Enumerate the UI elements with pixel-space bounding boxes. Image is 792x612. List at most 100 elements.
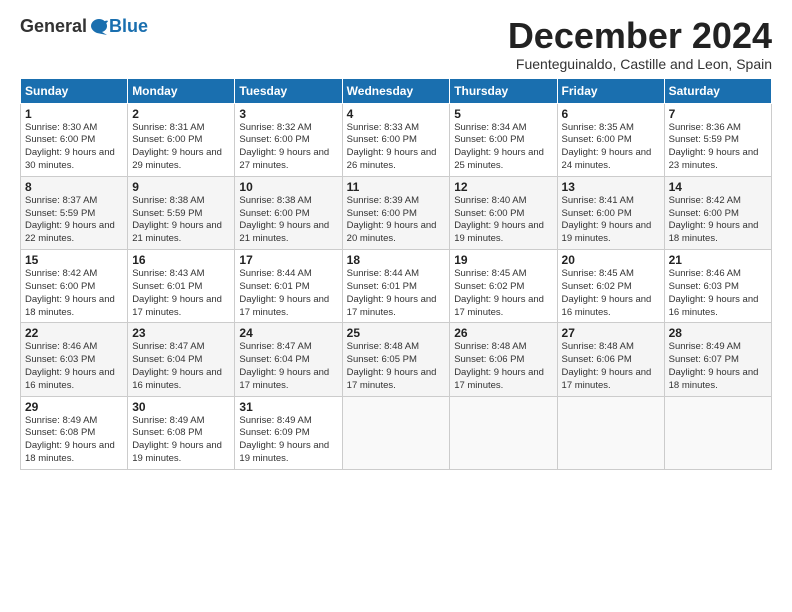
calendar-cell: 21Sunrise: 8:46 AM Sunset: 6:03 PM Dayli… (664, 250, 771, 323)
day-number: 16 (132, 253, 230, 267)
day-number: 21 (669, 253, 767, 267)
col-header-friday: Friday (557, 78, 664, 103)
day-info: Sunrise: 8:36 AM Sunset: 5:59 PM Dayligh… (669, 122, 767, 173)
day-number: 26 (454, 326, 552, 340)
title-section: December 2024 Fuenteguinaldo, Castille a… (508, 16, 772, 72)
day-info: Sunrise: 8:32 AM Sunset: 6:00 PM Dayligh… (239, 122, 337, 173)
calendar-cell: 13Sunrise: 8:41 AM Sunset: 6:00 PM Dayli… (557, 176, 664, 249)
calendar-cell: 28Sunrise: 8:49 AM Sunset: 6:07 PM Dayli… (664, 323, 771, 396)
calendar-cell: 10Sunrise: 8:38 AM Sunset: 6:00 PM Dayli… (235, 176, 342, 249)
day-info: Sunrise: 8:49 AM Sunset: 6:09 PM Dayligh… (239, 415, 337, 466)
calendar-row-3: 22Sunrise: 8:46 AM Sunset: 6:03 PM Dayli… (21, 323, 772, 396)
day-number: 22 (25, 326, 123, 340)
calendar-cell: 7Sunrise: 8:36 AM Sunset: 5:59 PM Daylig… (664, 103, 771, 176)
calendar-row-0: 1Sunrise: 8:30 AM Sunset: 6:00 PM Daylig… (21, 103, 772, 176)
day-number: 29 (25, 400, 123, 414)
day-number: 6 (562, 107, 660, 121)
col-header-sunday: Sunday (21, 78, 128, 103)
day-number: 27 (562, 326, 660, 340)
day-info: Sunrise: 8:43 AM Sunset: 6:01 PM Dayligh… (132, 268, 230, 319)
calendar-cell: 27Sunrise: 8:48 AM Sunset: 6:06 PM Dayli… (557, 323, 664, 396)
day-info: Sunrise: 8:34 AM Sunset: 6:00 PM Dayligh… (454, 122, 552, 173)
day-info: Sunrise: 8:46 AM Sunset: 6:03 PM Dayligh… (25, 341, 123, 392)
calendar-cell: 4Sunrise: 8:33 AM Sunset: 6:00 PM Daylig… (342, 103, 450, 176)
calendar-cell (342, 396, 450, 469)
calendar-cell (557, 396, 664, 469)
calendar-table: SundayMondayTuesdayWednesdayThursdayFrid… (20, 78, 772, 470)
day-number: 25 (347, 326, 446, 340)
day-info: Sunrise: 8:39 AM Sunset: 6:00 PM Dayligh… (347, 195, 446, 246)
logo-blue: Blue (109, 16, 148, 37)
calendar-cell: 24Sunrise: 8:47 AM Sunset: 6:04 PM Dayli… (235, 323, 342, 396)
day-number: 15 (25, 253, 123, 267)
day-info: Sunrise: 8:46 AM Sunset: 6:03 PM Dayligh… (669, 268, 767, 319)
day-info: Sunrise: 8:40 AM Sunset: 6:00 PM Dayligh… (454, 195, 552, 246)
day-number: 18 (347, 253, 446, 267)
day-number: 2 (132, 107, 230, 121)
calendar-row-1: 8Sunrise: 8:37 AM Sunset: 5:59 PM Daylig… (21, 176, 772, 249)
day-number: 19 (454, 253, 552, 267)
day-info: Sunrise: 8:48 AM Sunset: 6:06 PM Dayligh… (454, 341, 552, 392)
day-number: 11 (347, 180, 446, 194)
calendar-cell (450, 396, 557, 469)
calendar-cell: 26Sunrise: 8:48 AM Sunset: 6:06 PM Dayli… (450, 323, 557, 396)
calendar-cell: 16Sunrise: 8:43 AM Sunset: 6:01 PM Dayli… (128, 250, 235, 323)
calendar-cell: 25Sunrise: 8:48 AM Sunset: 6:05 PM Dayli… (342, 323, 450, 396)
day-number: 1 (25, 107, 123, 121)
day-number: 7 (669, 107, 767, 121)
day-info: Sunrise: 8:47 AM Sunset: 6:04 PM Dayligh… (132, 341, 230, 392)
header: General Blue December 2024 Fuenteguinald… (20, 16, 772, 72)
calendar-cell: 14Sunrise: 8:42 AM Sunset: 6:00 PM Dayli… (664, 176, 771, 249)
calendar-cell: 30Sunrise: 8:49 AM Sunset: 6:08 PM Dayli… (128, 396, 235, 469)
col-header-tuesday: Tuesday (235, 78, 342, 103)
day-info: Sunrise: 8:48 AM Sunset: 6:05 PM Dayligh… (347, 341, 446, 392)
calendar-cell (664, 396, 771, 469)
calendar-row-4: 29Sunrise: 8:49 AM Sunset: 6:08 PM Dayli… (21, 396, 772, 469)
day-number: 8 (25, 180, 123, 194)
day-number: 14 (669, 180, 767, 194)
col-header-monday: Monday (128, 78, 235, 103)
logo: General Blue (20, 16, 148, 37)
day-info: Sunrise: 8:42 AM Sunset: 6:00 PM Dayligh… (669, 195, 767, 246)
day-info: Sunrise: 8:33 AM Sunset: 6:00 PM Dayligh… (347, 122, 446, 173)
calendar-cell: 2Sunrise: 8:31 AM Sunset: 6:00 PM Daylig… (128, 103, 235, 176)
calendar-cell: 12Sunrise: 8:40 AM Sunset: 6:00 PM Dayli… (450, 176, 557, 249)
calendar-cell: 18Sunrise: 8:44 AM Sunset: 6:01 PM Dayli… (342, 250, 450, 323)
day-info: Sunrise: 8:48 AM Sunset: 6:06 PM Dayligh… (562, 341, 660, 392)
day-info: Sunrise: 8:31 AM Sunset: 6:00 PM Dayligh… (132, 122, 230, 173)
col-header-wednesday: Wednesday (342, 78, 450, 103)
day-info: Sunrise: 8:49 AM Sunset: 6:07 PM Dayligh… (669, 341, 767, 392)
calendar-cell: 29Sunrise: 8:49 AM Sunset: 6:08 PM Dayli… (21, 396, 128, 469)
day-number: 10 (239, 180, 337, 194)
calendar-cell: 5Sunrise: 8:34 AM Sunset: 6:00 PM Daylig… (450, 103, 557, 176)
day-number: 5 (454, 107, 552, 121)
day-number: 20 (562, 253, 660, 267)
calendar-cell: 8Sunrise: 8:37 AM Sunset: 5:59 PM Daylig… (21, 176, 128, 249)
day-number: 23 (132, 326, 230, 340)
calendar-cell: 3Sunrise: 8:32 AM Sunset: 6:00 PM Daylig… (235, 103, 342, 176)
header-row: SundayMondayTuesdayWednesdayThursdayFrid… (21, 78, 772, 103)
calendar-cell: 17Sunrise: 8:44 AM Sunset: 6:01 PM Dayli… (235, 250, 342, 323)
calendar-cell: 31Sunrise: 8:49 AM Sunset: 6:09 PM Dayli… (235, 396, 342, 469)
calendar-cell: 22Sunrise: 8:46 AM Sunset: 6:03 PM Dayli… (21, 323, 128, 396)
day-number: 12 (454, 180, 552, 194)
day-info: Sunrise: 8:49 AM Sunset: 6:08 PM Dayligh… (132, 415, 230, 466)
day-info: Sunrise: 8:49 AM Sunset: 6:08 PM Dayligh… (25, 415, 123, 466)
month-title: December 2024 (508, 16, 772, 56)
day-info: Sunrise: 8:44 AM Sunset: 6:01 PM Dayligh… (347, 268, 446, 319)
day-info: Sunrise: 8:30 AM Sunset: 6:00 PM Dayligh… (25, 122, 123, 173)
calendar-cell: 11Sunrise: 8:39 AM Sunset: 6:00 PM Dayli… (342, 176, 450, 249)
day-number: 17 (239, 253, 337, 267)
logo-text: General Blue (20, 16, 148, 37)
calendar-cell: 9Sunrise: 8:38 AM Sunset: 5:59 PM Daylig… (128, 176, 235, 249)
day-number: 9 (132, 180, 230, 194)
col-header-saturday: Saturday (664, 78, 771, 103)
day-info: Sunrise: 8:47 AM Sunset: 6:04 PM Dayligh… (239, 341, 337, 392)
calendar-cell: 19Sunrise: 8:45 AM Sunset: 6:02 PM Dayli… (450, 250, 557, 323)
calendar-cell: 23Sunrise: 8:47 AM Sunset: 6:04 PM Dayli… (128, 323, 235, 396)
day-number: 3 (239, 107, 337, 121)
day-number: 13 (562, 180, 660, 194)
day-number: 31 (239, 400, 337, 414)
day-info: Sunrise: 8:35 AM Sunset: 6:00 PM Dayligh… (562, 122, 660, 173)
calendar-cell: 1Sunrise: 8:30 AM Sunset: 6:00 PM Daylig… (21, 103, 128, 176)
